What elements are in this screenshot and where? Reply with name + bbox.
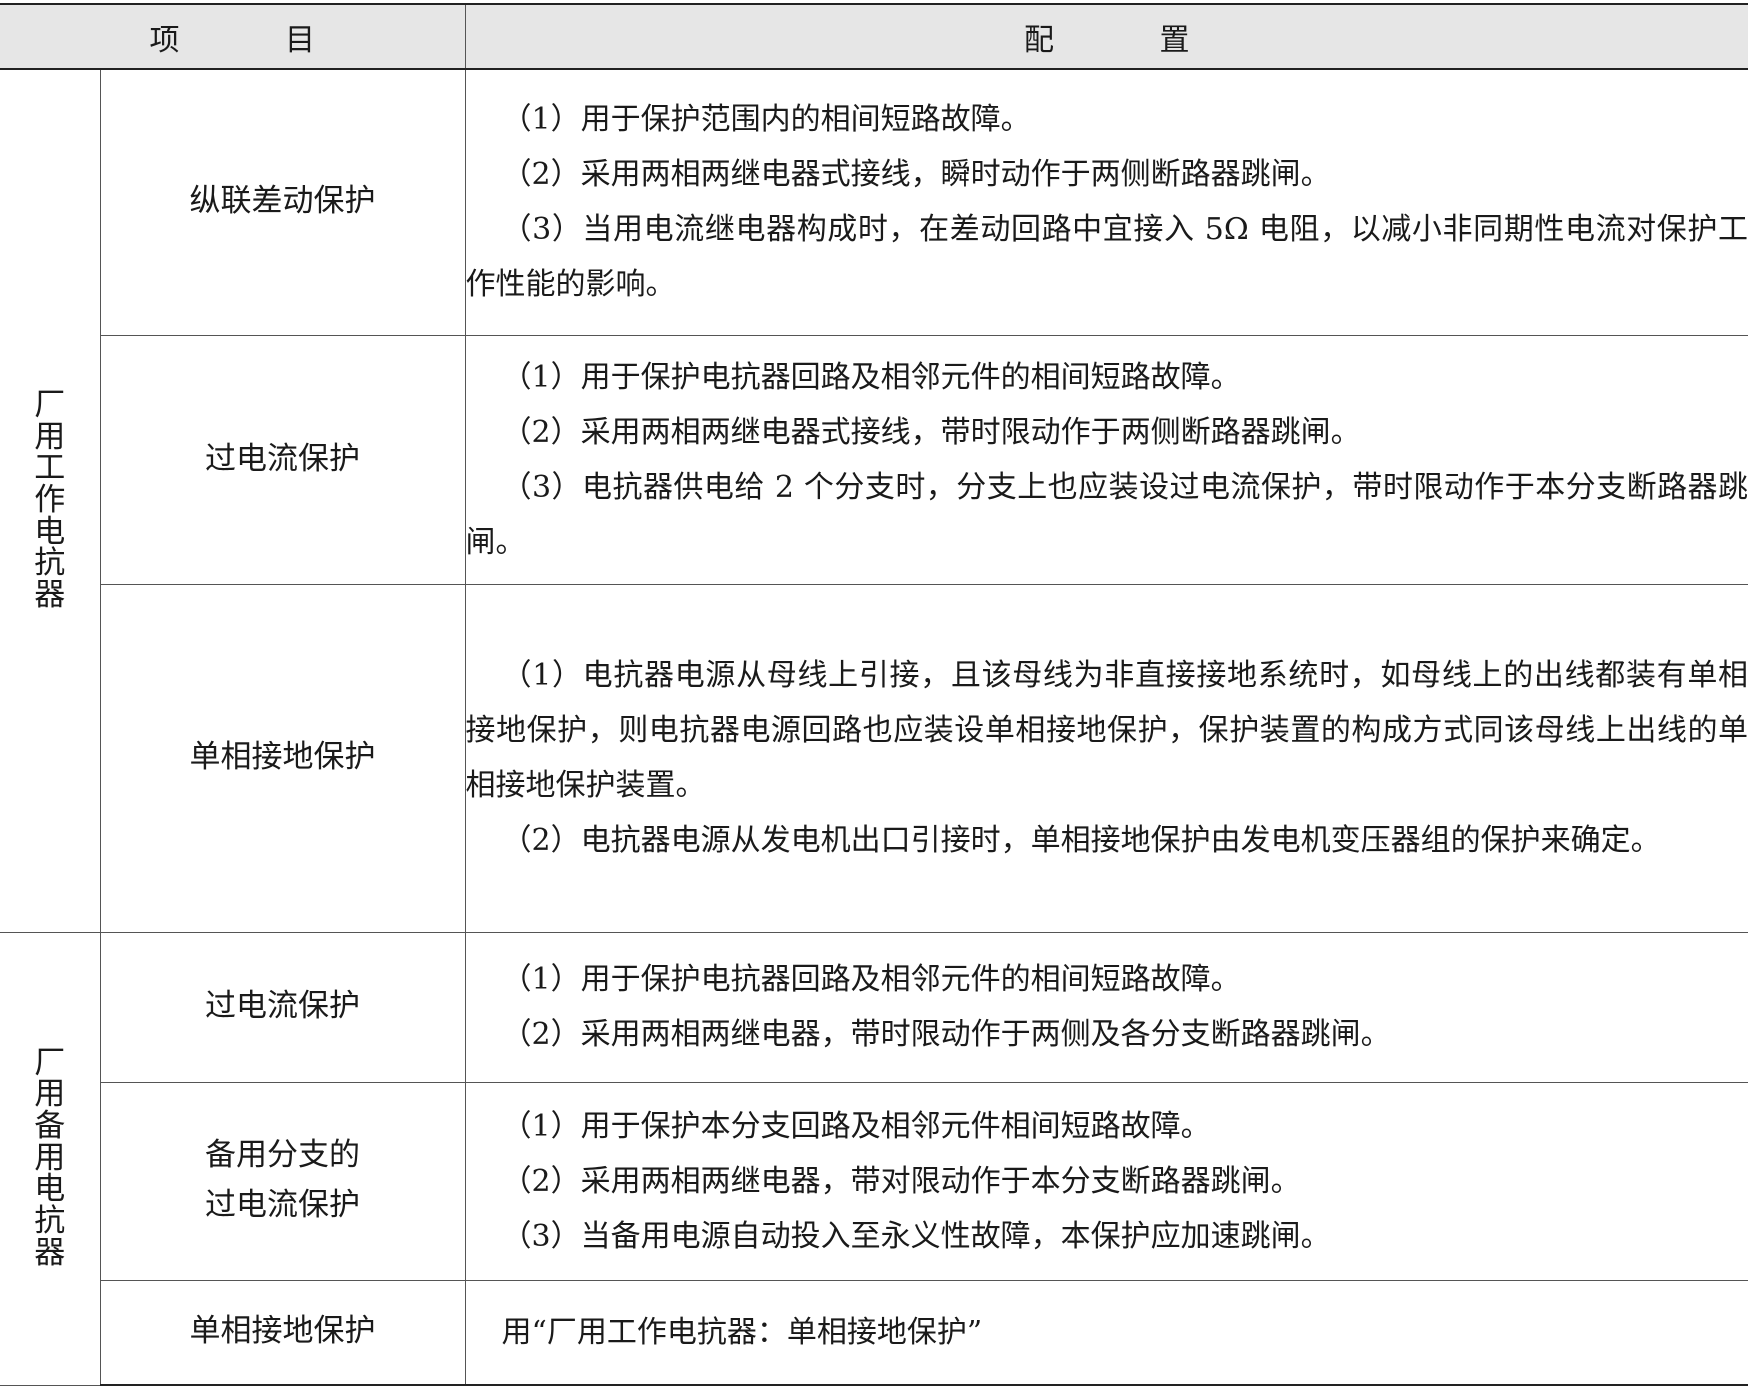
table-row: 备用分支的 过电流保护 （1）用于保护本分支回路及相邻元件相间短路故障。 （2）… [0,1081,1748,1281]
item-cell: 过电流保护 [100,334,466,585]
group-label-standby-reactor: 厂用备用电抗器 [0,931,101,1386]
config-line: （1）用于保护电抗器回路及相邻元件的相间短路故障。 [501,962,1241,997]
table-row: 厂用备用电抗器 过电流保护 （1）用于保护电抗器回路及相邻元件的相间短路故障。 … [0,931,1748,1386]
header-config: 配 置 [464,3,1748,70]
item-cell: 纵联差动保护 [99,68,466,336]
item-cell: 备用分支的 过电流保护 [100,1081,466,1281]
item-line: 备用分支的 [205,1137,360,1174]
config-cell: （1）用于保护本分支回路及相邻元件相间短路故障。 （2）采用两相两继电器，带对限… [464,1081,1748,1281]
protection-config-table: 项 目 配 置 厂用工作电抗器 纵联差动保护 （1）用于保护范围内的相间短路故障… [0,3,1748,1386]
item-cell: 过电流保护 [99,931,466,1083]
config-line: （1）用于保护范围内的相间短路故障。 [501,102,1031,138]
config-line: （3）电抗器供电给 2 个分支时，分支上也应装设过电流保护，带时限动作于本分支断… [465,469,1748,560]
table-row: 单相接地保护 （1）电抗器电源从母线上引接，且该母线为非直接接地系统时，如母线上… [0,583,1748,933]
config-line: （2）采用两相两继电器式接线，带时限动作于两侧断路器跳闸。 [501,414,1361,450]
header-item: 项 目 [0,3,466,70]
config-cell: （1）用于保护电抗器回路及相邻元件的相间短路故障。 （2）采用两相两继电器，带时… [464,931,1748,1083]
config-line: 用“厂用工作电抗器：单相接地保护” [501,1314,983,1350]
config-line: （3）当用电流继电器构成时，在差动回路中宜接入 5Ω 电阻，以减小非同期性电流对… [465,212,1748,303]
config-line: （3）当备用电源自动投入至永义性故障，本保护应加速跳闸。 [501,1218,1331,1254]
group-label-working-reactor: 厂用工作电抗器 [0,68,101,933]
table-row: 单相接地保护 用“厂用工作电抗器：单相接地保护” [0,1279,1748,1386]
item-cell: 单相接地保护 [100,1279,466,1386]
config-cell: （1）电抗器电源从母线上引接，且该母线为非直接接地系统时，如母线上的出线都装有单… [464,583,1748,933]
config-line: （1）电抗器电源从母线上引接，且该母线为非直接接地系统时，如母线上的出线都装有单… [465,658,1748,803]
item-line: 过电流保护 [205,1187,360,1223]
config-line: （2）电抗器电源从发电机出口引接时，单相接地保护由发电机变压器组的保护来确定。 [501,823,1661,858]
config-line: （1）用于保护本分支回路及相邻元件相间短路故障。 [501,1108,1211,1144]
item-cell: 单相接地保护 [100,583,466,933]
config-line: （1）用于保护电抗器回路及相邻元件的相间短路故障。 [501,359,1241,395]
table-row: 过电流保护 （1）用于保护电抗器回路及相邻元件的相间短路故障。 （2）采用两相两… [0,334,1748,585]
config-line: （2）采用两相两继电器式接线，瞬时动作于两侧断路器跳闸。 [501,157,1331,193]
config-cell: （1）用于保护电抗器回路及相邻元件的相间短路故障。 （2）采用两相两继电器式接线… [464,334,1748,585]
config-line: （2）采用两相两继电器，带时限动作于两侧及各分支断路器跳闸。 [501,1017,1391,1052]
config-line: （2）采用两相两继电器，带对限动作于本分支断路器跳闸。 [501,1163,1301,1199]
config-cell: （1）用于保护范围内的相间短路故障。 （2）采用两相两继电器式接线，瞬时动作于两… [464,68,1748,336]
table-header-row: 项 目 配 置 [0,3,1748,70]
config-cell: 用“厂用工作电抗器：单相接地保护” [464,1279,1748,1386]
table-row: 厂用工作电抗器 纵联差动保护 （1）用于保护范围内的相间短路故障。 （2）采用两… [0,68,1748,933]
